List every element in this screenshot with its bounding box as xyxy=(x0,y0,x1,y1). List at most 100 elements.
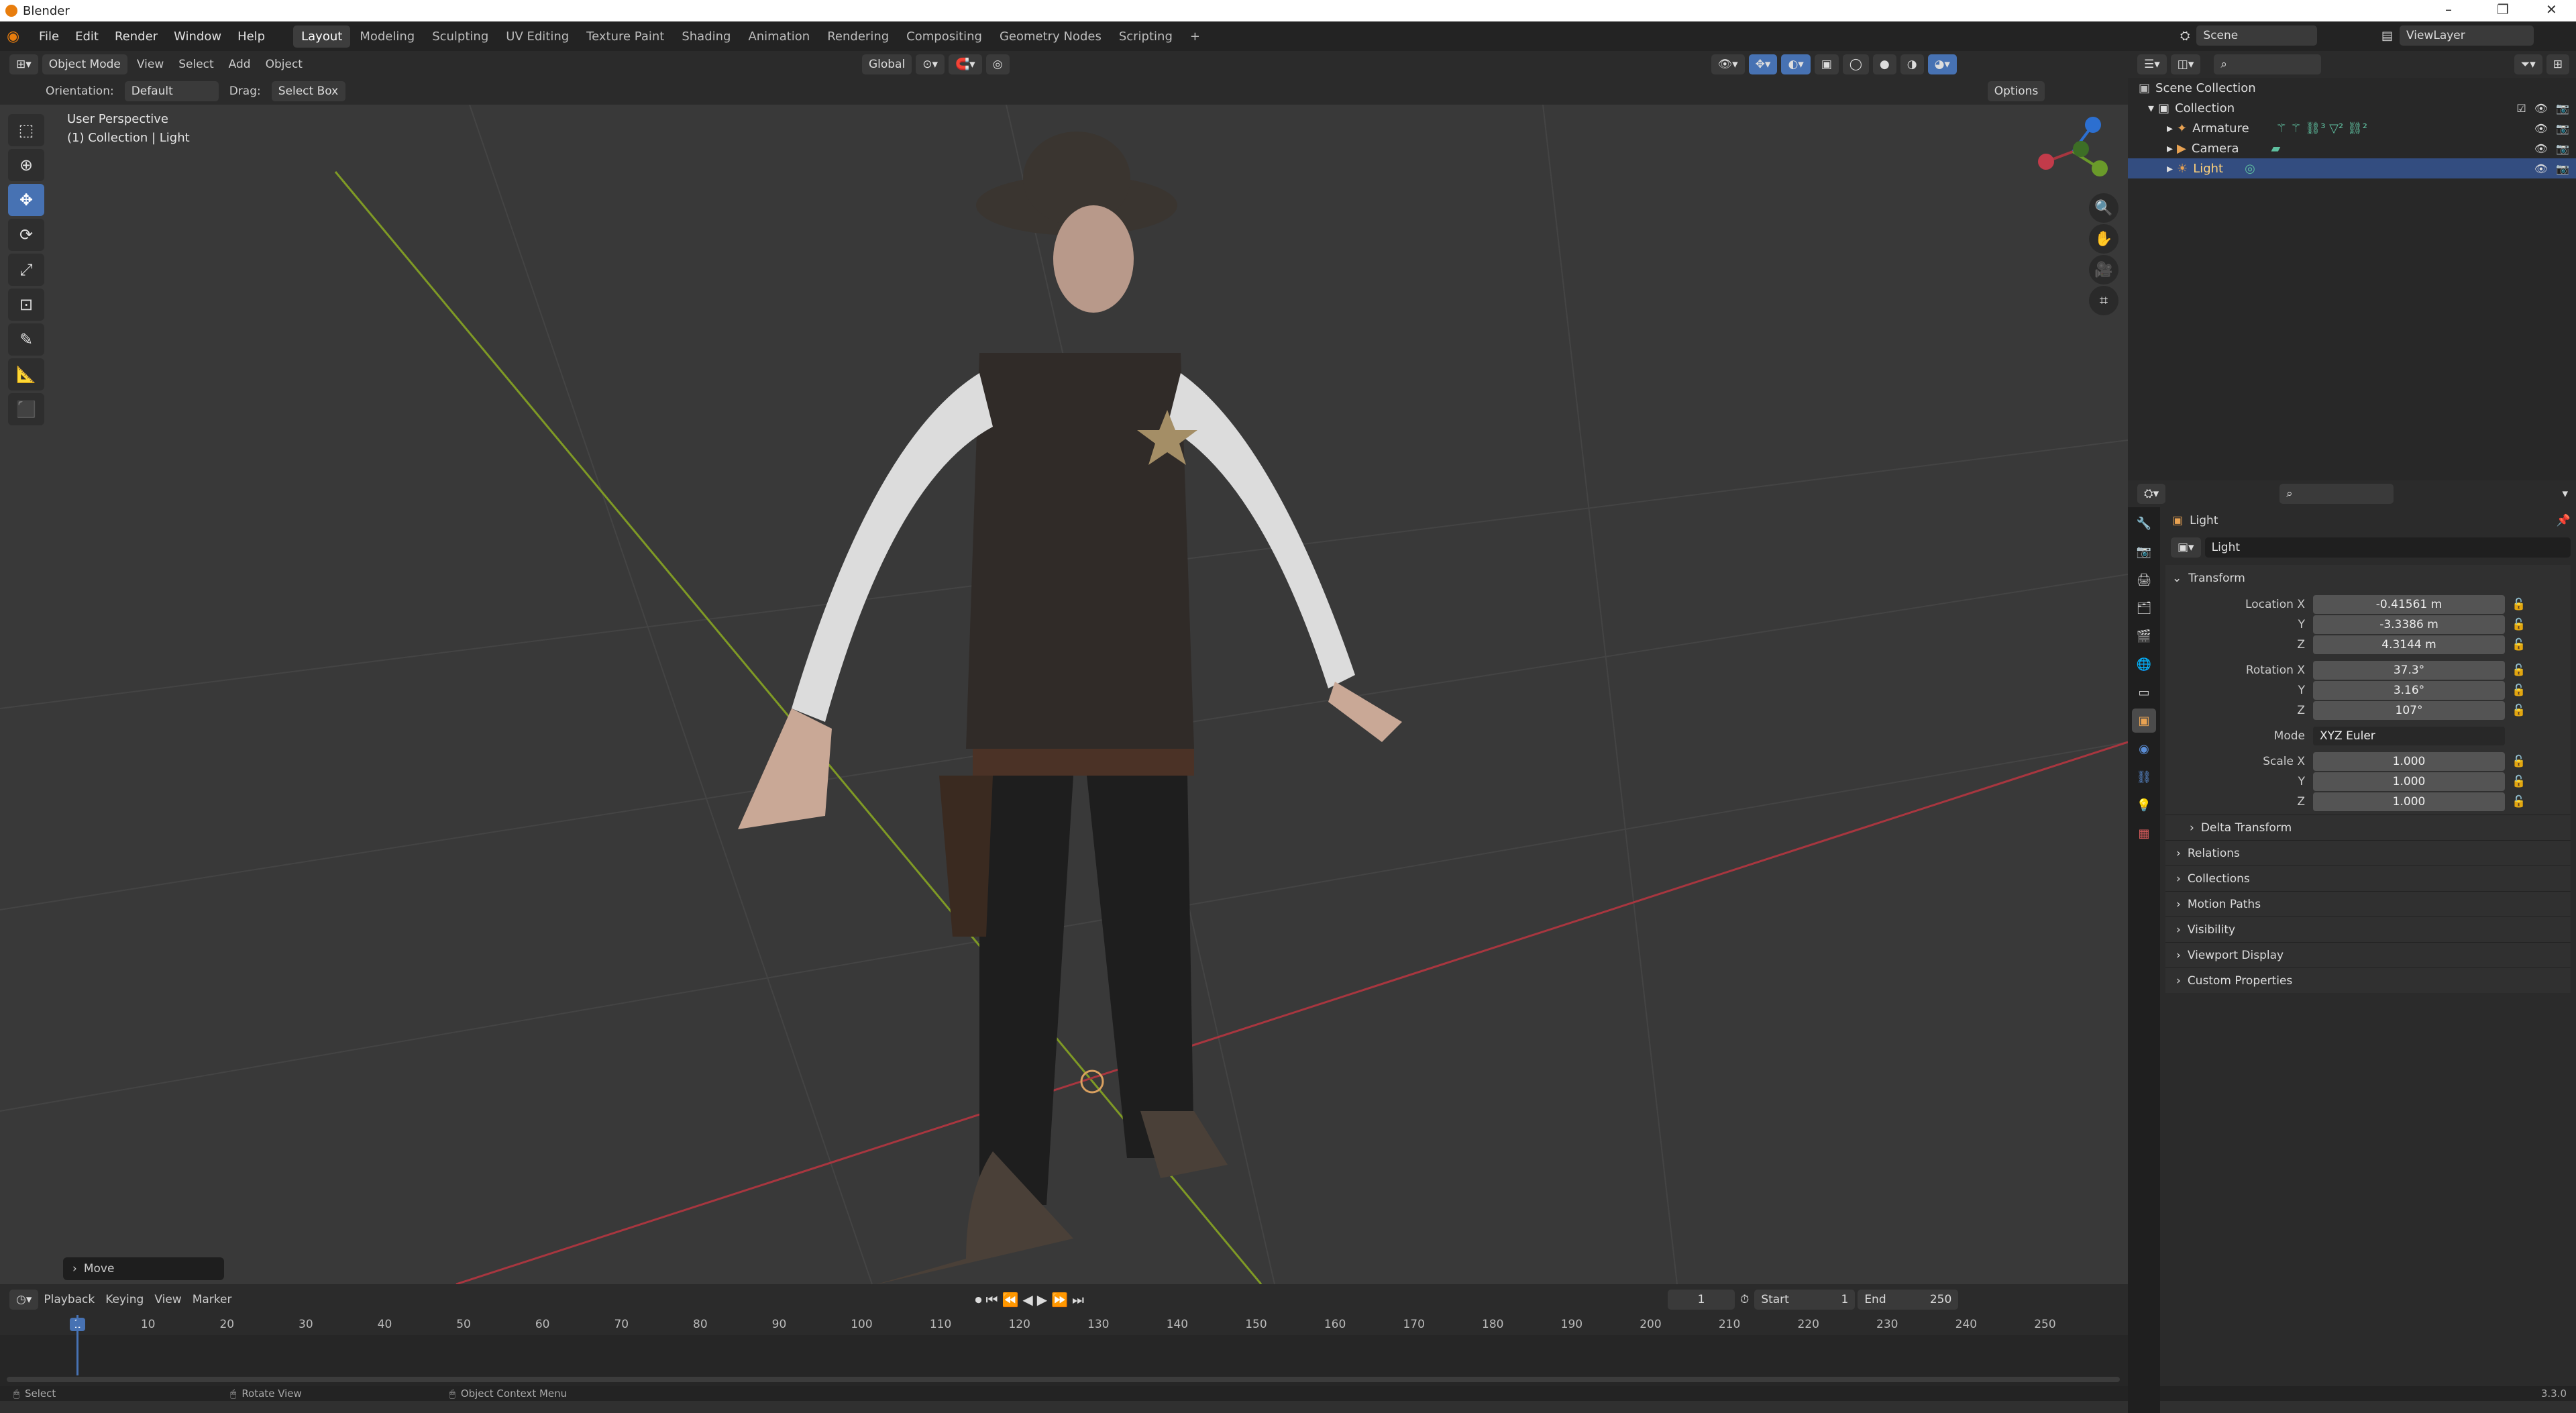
jump-start-icon[interactable]: ⏮ xyxy=(985,1292,998,1308)
transform-tool-icon[interactable]: ⊡ xyxy=(8,289,44,321)
wireframe-shading-icon[interactable]: ◯ xyxy=(1842,54,1869,74)
menu-edit[interactable]: Edit xyxy=(67,30,107,44)
menu-marker[interactable]: Marker xyxy=(193,1293,232,1306)
menu-add[interactable]: Add xyxy=(229,58,251,71)
rotation-mode-dropdown[interactable]: XYZ Euler xyxy=(2313,727,2505,745)
scale-z-field[interactable]: 1.000 xyxy=(2313,792,2505,811)
menu-select[interactable]: Select xyxy=(178,58,213,71)
lock-icon[interactable]: 🔓 xyxy=(2512,684,2526,697)
camera-restrict-icon[interactable]: 📷 xyxy=(2556,142,2569,155)
view-layer-selector[interactable]: ▤ ViewLayer xyxy=(2381,25,2534,46)
scale-x-field[interactable]: 1.000 xyxy=(2313,752,2505,771)
object-tab-icon[interactable]: ▣ xyxy=(2132,709,2156,733)
editor-type-icon[interactable]: ⊞▾ xyxy=(9,54,38,74)
physics-tab-icon[interactable]: ◉ xyxy=(2132,737,2156,761)
location-z-field[interactable]: 4.3144 m xyxy=(2313,635,2505,654)
solid-shading-icon[interactable]: ● xyxy=(1872,54,1896,74)
relations-panel[interactable]: › Relations xyxy=(2165,840,2571,866)
eye-icon[interactable]: 👁 xyxy=(2534,122,2548,135)
restore-icon[interactable]: ❐ xyxy=(2497,1,2509,17)
viewport-display-panel[interactable]: › Viewport Display xyxy=(2165,942,2571,967)
tab-rendering[interactable]: Rendering xyxy=(819,25,897,48)
menu-view[interactable]: View xyxy=(137,58,164,71)
outliner-editor-icon[interactable]: ☰▾ xyxy=(2137,54,2167,74)
motion-paths-panel[interactable]: › Motion Paths xyxy=(2165,891,2571,917)
tab-shading[interactable]: Shading xyxy=(674,25,739,48)
disclosure-closed-icon[interactable]: ▸ xyxy=(2167,142,2173,156)
rotate-tool-icon[interactable]: ⟳ xyxy=(8,219,44,251)
custom-properties-panel[interactable]: › Custom Properties xyxy=(2165,967,2571,993)
output-tab-icon[interactable]: 🖨 xyxy=(2132,568,2156,592)
play-icon[interactable]: ▶ xyxy=(1037,1292,1047,1308)
location-x-field[interactable]: -0.41561 m xyxy=(2313,595,2505,614)
tab-animation[interactable]: Animation xyxy=(740,25,818,48)
minimize-icon[interactable]: – xyxy=(2445,1,2452,17)
cursor-tool-icon[interactable]: ⊕ xyxy=(8,149,44,181)
transform-panel-header[interactable]: ⌄ Transform xyxy=(2165,565,2571,592)
tab-geometry-nodes[interactable]: Geometry Nodes xyxy=(991,25,1110,48)
snap-icon[interactable]: 🧲▾ xyxy=(948,54,982,74)
end-frame-field[interactable]: End 250 xyxy=(1858,1290,1959,1310)
orientation-dropdown[interactable]: Default xyxy=(124,81,219,101)
filter-icon[interactable]: ⏷▾ xyxy=(2514,54,2542,74)
camera-restrict-icon[interactable]: 📷 xyxy=(2556,162,2569,175)
menu-object[interactable]: Object xyxy=(266,58,303,71)
timeline-editor-icon[interactable]: ◷▾ xyxy=(9,1290,39,1310)
lock-icon[interactable]: 🔓 xyxy=(2512,618,2526,631)
rendered-shading-icon[interactable]: ◕▾ xyxy=(1927,54,1957,74)
delta-transform-panel[interactable]: › Delta Transform xyxy=(2165,815,2571,840)
prev-keyframe-icon[interactable]: ⏪ xyxy=(1002,1292,1018,1308)
menu-render[interactable]: Render xyxy=(107,30,166,44)
move-tool-icon[interactable]: ✥ xyxy=(8,184,44,216)
lock-icon[interactable]: 🔓 xyxy=(2512,775,2526,788)
scene-name-field[interactable]: Scene xyxy=(2196,25,2318,46)
timeline[interactable]: 1102030405060708090100110120130140150160… xyxy=(0,1315,2128,1386)
camera-view-icon[interactable]: 🎥 xyxy=(2089,255,2118,284)
properties-editor-icon[interactable]: ⛭▾ xyxy=(2137,484,2166,504)
lock-icon[interactable]: 🔓 xyxy=(2512,704,2526,717)
eye-icon[interactable]: 👁 xyxy=(2534,142,2548,155)
scene-selector[interactable]: ⛭ Scene xyxy=(2180,25,2318,46)
material-shading-icon[interactable]: ◑ xyxy=(1900,54,1924,74)
constraints-tab-icon[interactable]: ⛓ xyxy=(2132,765,2156,789)
menu-help[interactable]: Help xyxy=(229,30,273,44)
outliner-scene-collection[interactable]: ▣ Scene Collection xyxy=(2128,78,2576,98)
eye-icon[interactable]: 👁 xyxy=(2534,162,2548,175)
perspective-grid-icon[interactable]: ⌗ xyxy=(2089,286,2118,315)
display-mode-icon[interactable]: ◫▾ xyxy=(2170,54,2201,74)
visibility-icon[interactable]: 👁▾ xyxy=(1711,54,1745,74)
gizmo-icon[interactable]: ✥▾ xyxy=(1748,54,1778,74)
add-workspace-button[interactable]: + xyxy=(1182,25,1208,48)
tab-texture-paint[interactable]: Texture Paint xyxy=(578,25,672,48)
properties-search-input[interactable]: ⌕ xyxy=(2279,484,2394,504)
tool-tab-icon[interactable]: 🔧 xyxy=(2132,511,2156,535)
object-mode-dropdown[interactable]: Object Mode xyxy=(42,54,127,74)
rotation-x-field[interactable]: 37.3° xyxy=(2313,661,2505,680)
pan-hand-icon[interactable]: ✋ xyxy=(2089,224,2118,254)
overlay-icon[interactable]: ◐▾ xyxy=(1781,54,1811,74)
menu-playback[interactable]: Playback xyxy=(44,1293,95,1306)
render-tab-icon[interactable]: 📷 xyxy=(2132,539,2156,564)
eye-icon[interactable]: 👁 xyxy=(2534,102,2548,115)
location-y-field[interactable]: -3.3386 m xyxy=(2313,615,2505,634)
object-name-field[interactable]: Light xyxy=(2204,537,2571,558)
record-icon[interactable]: ⏺ xyxy=(975,1292,981,1308)
tab-sculpting[interactable]: Sculpting xyxy=(424,25,496,48)
scale-tool-icon[interactable]: ⤢ xyxy=(8,254,44,286)
zoom-icon[interactable]: 🔍 xyxy=(2089,193,2118,223)
lock-icon[interactable]: 🔓 xyxy=(2512,638,2526,651)
visibility-panel[interactable]: › Visibility xyxy=(2165,917,2571,942)
checkbox-icon[interactable]: ☑ xyxy=(2516,102,2526,115)
outliner-item-light[interactable]: ▸ ☀ Light ◎ 👁 📷 xyxy=(2128,158,2576,178)
collection-tab-icon[interactable]: ▭ xyxy=(2132,680,2156,704)
lock-icon[interactable]: 🔓 xyxy=(2512,755,2526,768)
frame-ruler[interactable]: 1102030405060708090100110120130140150160… xyxy=(0,1315,2128,1335)
lock-icon[interactable]: 🔓 xyxy=(2512,795,2526,808)
light-data-tab-icon[interactable]: 💡 xyxy=(2132,793,2156,817)
proportional-edit-icon[interactable]: ◎ xyxy=(985,54,1010,74)
outliner-item-armature[interactable]: ▸ ✦ Armature ⚚ ⚚ ⛓³ ▽² ⛓² 👁 📷 xyxy=(2128,118,2576,138)
menu-keying[interactable]: Keying xyxy=(105,1293,144,1306)
scale-y-field[interactable]: 1.000 xyxy=(2313,772,2505,791)
datablock-icon[interactable]: ▣▾ xyxy=(2171,537,2201,558)
annotate-tool-icon[interactable]: ✎ xyxy=(8,323,44,356)
